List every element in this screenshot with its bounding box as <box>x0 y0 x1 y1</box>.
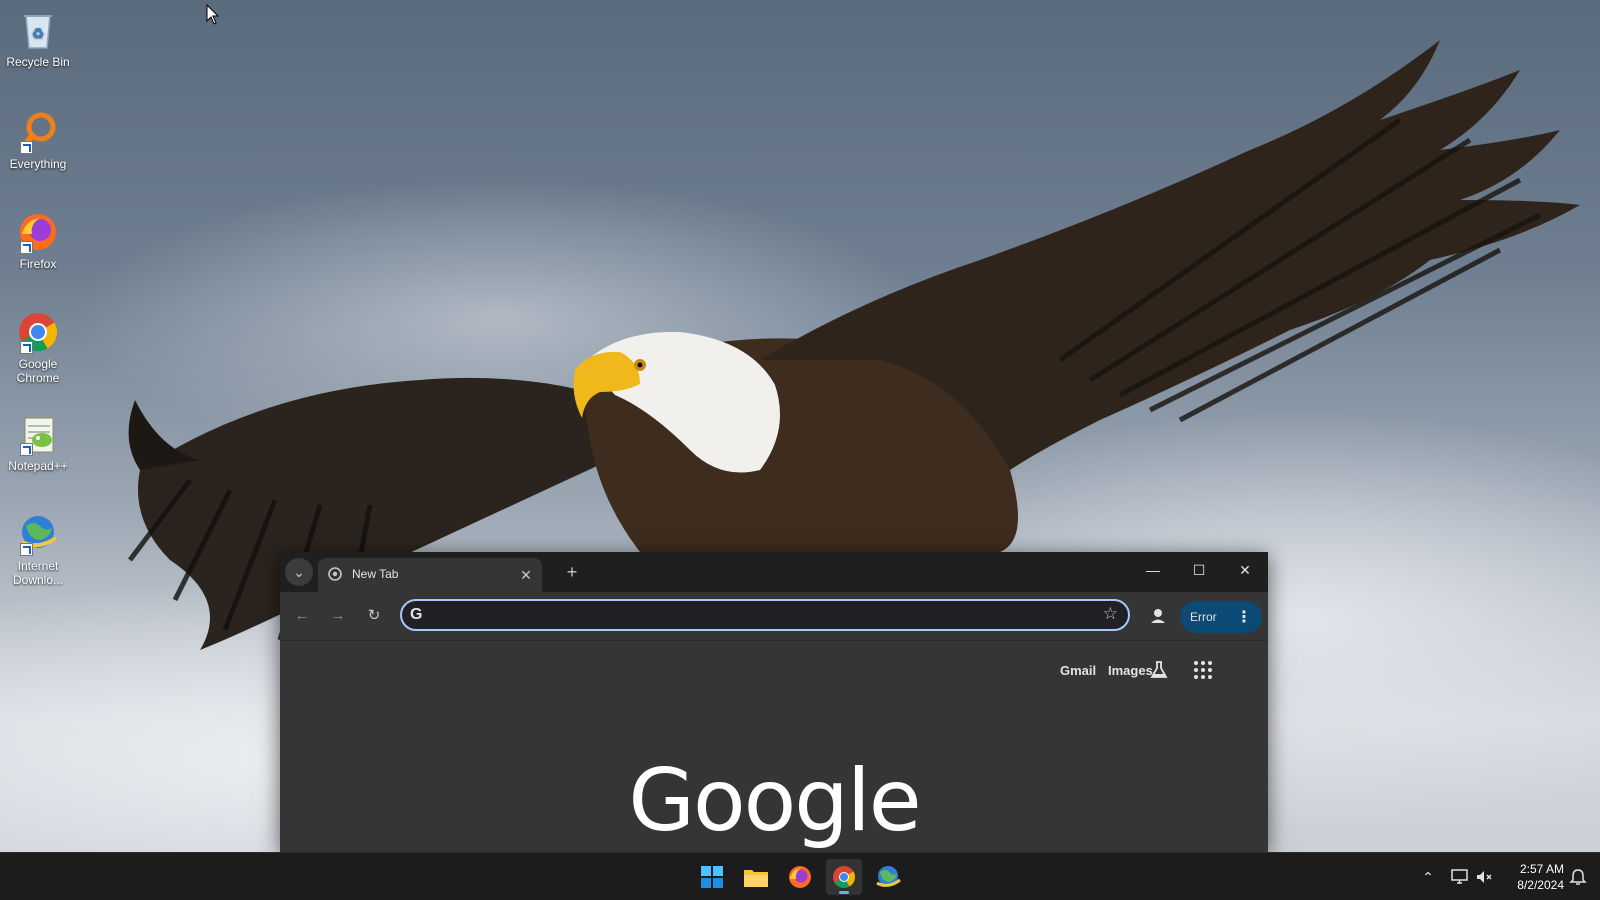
everything-search-icon <box>16 110 60 154</box>
volume-muted-icon[interactable] <box>1474 867 1494 887</box>
idm-globe-icon <box>16 512 60 556</box>
chrome-icon <box>16 310 60 354</box>
notification-bell-icon[interactable] <box>1568 867 1588 887</box>
firefox-icon <box>16 210 60 254</box>
active-app-indicator <box>839 891 849 894</box>
taskbar: ⌃ 2:57 AM 8/2/2024 <box>0 852 1600 900</box>
maximize-button[interactable]: ☐ <box>1176 552 1222 588</box>
labs-flask-icon[interactable] <box>1148 659 1170 681</box>
desktop-icon-firefox[interactable]: Firefox <box>2 210 74 271</box>
chrome-icon <box>833 866 855 888</box>
browser-toolbar: ← → ↻ G ☆ Error ⋮ <box>280 592 1268 641</box>
mouse-cursor-icon <box>206 4 220 25</box>
desktop-icon-notepad-plus-plus[interactable]: Notepad++ <box>2 412 74 473</box>
chrome-window: ⌄ New Tab ✕ + — ☐ ✕ ← → ↻ G ☆ Error ⋮ Gm… <box>280 552 1268 852</box>
tab-title: New Tab <box>352 567 399 581</box>
reload-icon: ↻ <box>367 607 381 624</box>
arrow-right-icon: → <box>330 607 346 624</box>
firefox-icon <box>789 866 811 888</box>
idm-globe-icon <box>876 866 901 887</box>
arrow-left-icon: ← <box>294 607 310 624</box>
chrome-favicon-icon <box>328 567 342 581</box>
kebab-menu-icon[interactable]: ⋮ <box>1236 607 1252 627</box>
address-bar[interactable]: G ☆ <box>400 599 1130 631</box>
new-tab-page: Gmail Images Google <box>280 641 1268 852</box>
bookmark-star-icon[interactable]: ☆ <box>1103 604 1118 624</box>
show-hidden-icons-chevron-up-icon[interactable]: ⌃ <box>1418 867 1438 887</box>
shortcut-arrow-icon <box>20 141 33 154</box>
shortcut-arrow-icon <box>20 341 33 354</box>
profile-icon[interactable] <box>1144 602 1172 630</box>
taskbar-clock[interactable]: 2:57 AM 8/2/2024 <box>1500 861 1564 893</box>
taskbar-google-chrome[interactable] <box>826 859 862 895</box>
minimize-icon: — <box>1146 562 1160 578</box>
gmail-link[interactable]: Gmail <box>1060 663 1096 678</box>
google-g-icon: G <box>410 606 423 623</box>
google-apps-grid-icon[interactable] <box>1192 659 1214 681</box>
svg-text:♻: ♻ <box>32 26 45 42</box>
reload-button[interactable]: ↻ <box>360 602 388 630</box>
desktop-icon-label: Recycle Bin <box>6 55 70 69</box>
desktop-icon-internet-download-manager[interactable]: Internet Downlo... <box>2 512 74 587</box>
desktop-icon-google-chrome[interactable]: Google Chrome <box>2 310 74 385</box>
tab-new-tab[interactable]: New Tab ✕ <box>318 558 542 592</box>
images-link[interactable]: Images <box>1108 663 1153 678</box>
close-window-button[interactable]: ✕ <box>1222 552 1268 588</box>
network-monitor-icon[interactable] <box>1450 867 1470 887</box>
desktop-icon-label: Internet Downlo... <box>12 559 64 587</box>
recycle-bin-icon: ♻ <box>16 8 60 52</box>
close-icon: ✕ <box>1239 562 1251 578</box>
profile-error-chip[interactable]: Error ⋮ <box>1180 601 1262 633</box>
error-label: Error <box>1190 610 1217 624</box>
tab-search-button[interactable]: ⌄ <box>285 558 313 586</box>
desktop-icon-label: Firefox <box>19 257 57 271</box>
shortcut-arrow-icon <box>20 241 33 254</box>
google-logo: Google <box>628 751 921 851</box>
taskbar-file-explorer[interactable] <box>738 859 774 895</box>
windows-logo-icon <box>701 866 723 888</box>
forward-button[interactable]: → <box>324 602 352 630</box>
back-button[interactable]: ← <box>288 602 316 630</box>
clock-date: 8/2/2024 <box>1517 878 1564 892</box>
desktop: ♻ Recycle Bin Everything Firefox Google … <box>0 0 1600 900</box>
desktop-icon-label: Google Chrome <box>16 357 60 385</box>
desktop-icon-everything[interactable]: Everything <box>2 110 74 171</box>
shortcut-arrow-icon <box>20 443 33 456</box>
chevron-down-icon: ⌄ <box>293 564 305 580</box>
minimize-button[interactable]: — <box>1130 552 1176 588</box>
clock-time: 2:57 AM <box>1519 862 1564 876</box>
close-tab-icon[interactable]: ✕ <box>516 565 536 585</box>
desktop-icon-label: Everything <box>9 157 67 171</box>
start-button[interactable] <box>694 859 730 895</box>
shortcut-arrow-icon <box>20 543 33 556</box>
taskbar-internet-download-manager[interactable] <box>870 859 906 895</box>
taskbar-firefox[interactable] <box>782 859 818 895</box>
plus-icon: + <box>566 562 578 582</box>
desktop-icon-recycle-bin[interactable]: ♻ Recycle Bin <box>2 8 74 69</box>
notepad-plus-plus-icon <box>16 412 60 456</box>
maximize-icon: ☐ <box>1192 562 1206 578</box>
folder-icon <box>744 870 768 887</box>
new-tab-button[interactable]: + <box>558 558 586 586</box>
desktop-icon-label: Notepad++ <box>8 459 68 473</box>
tab-strip: ⌄ New Tab ✕ + — ☐ ✕ <box>280 552 1268 592</box>
